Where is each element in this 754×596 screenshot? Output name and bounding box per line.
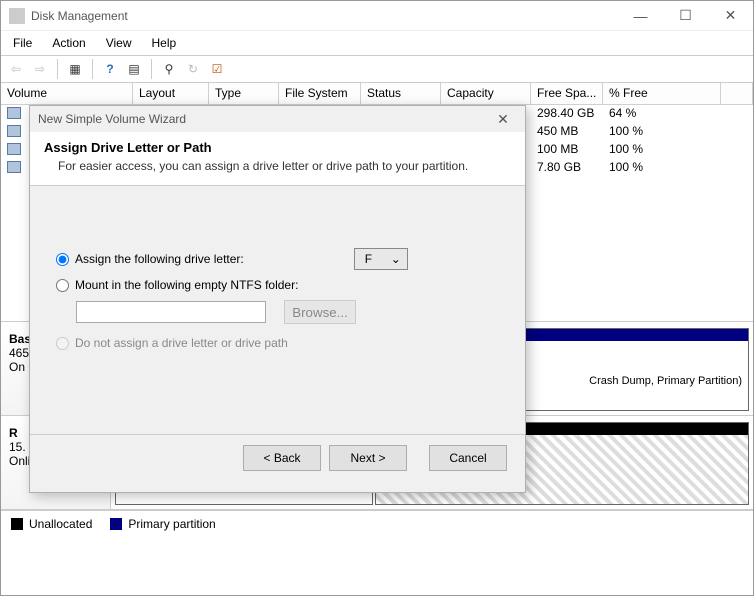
close-button[interactable]: ✕	[708, 1, 753, 30]
radio-mount-folder[interactable]	[56, 279, 69, 292]
cell-free: 7.80 GB	[531, 159, 603, 177]
menu-help[interactable]: Help	[144, 34, 185, 52]
separator	[92, 59, 93, 79]
option-mount-folder[interactable]: Mount in the following empty NTFS folder…	[56, 278, 298, 292]
wizard-titlebar: New Simple Volume Wizard ✕	[30, 106, 525, 132]
option-mount-folder-label: Mount in the following empty NTFS folder…	[75, 278, 298, 292]
wizard-caption: New Simple Volume Wizard	[38, 112, 489, 126]
separator	[57, 59, 58, 79]
help-icon[interactable]: ?	[99, 58, 121, 80]
sync-icon[interactable]: ↻	[182, 58, 204, 80]
col-spacer	[721, 83, 753, 105]
check-icon[interactable]: ☑	[206, 58, 228, 80]
wizard-footer: < Back Next > Cancel	[30, 434, 525, 480]
cell-free: 298.40 GB	[531, 105, 603, 123]
option-assign-letter-label: Assign the following drive letter:	[75, 252, 244, 266]
col-pctfree[interactable]: % Free	[603, 83, 721, 105]
legend: Unallocated Primary partition	[1, 510, 753, 537]
menubar: File Action View Help	[1, 31, 753, 55]
radio-no-letter	[56, 337, 69, 350]
wizard-close-button[interactable]: ✕	[489, 111, 517, 128]
volume-icon	[7, 107, 21, 119]
forward-icon[interactable]: ⇨	[29, 58, 51, 80]
menu-action[interactable]: Action	[44, 34, 93, 52]
wizard-header: Assign Drive Letter or Path For easier a…	[30, 132, 525, 186]
volume-icon	[7, 125, 21, 137]
legend-unallocated: Unallocated	[11, 517, 92, 531]
option-no-letter[interactable]: Do not assign a drive letter or drive pa…	[56, 336, 288, 350]
minimize-button[interactable]: —	[618, 1, 663, 30]
col-capacity[interactable]: Capacity	[441, 83, 531, 105]
wizard-dialog: New Simple Volume Wizard ✕ Assign Drive …	[29, 105, 526, 493]
col-layout[interactable]: Layout	[133, 83, 209, 105]
drive-letter-value: F	[365, 252, 372, 266]
col-status[interactable]: Status	[361, 83, 441, 105]
window-title: Disk Management	[31, 9, 618, 23]
titlebar: Disk Management — ☐ ✕	[1, 1, 753, 31]
option-assign-letter[interactable]: Assign the following drive letter:	[56, 252, 244, 266]
separator	[151, 59, 152, 79]
chevron-down-icon: ⌄	[391, 252, 401, 266]
cell-pct: 100 %	[603, 123, 721, 141]
drive-letter-select[interactable]: F ⌄	[354, 248, 408, 270]
cell-pct: 100 %	[603, 159, 721, 177]
maximize-button[interactable]: ☐	[663, 1, 708, 30]
grid-icon[interactable]: ▦	[64, 58, 86, 80]
col-filesystem[interactable]: File System	[279, 83, 361, 105]
cancel-button[interactable]: Cancel	[429, 445, 507, 471]
volume-icon	[7, 161, 21, 173]
wizard-subtitle: For easier access, you can assign a driv…	[58, 159, 511, 173]
list-icon[interactable]: ▤	[123, 58, 145, 80]
folder-path-input[interactable]	[76, 301, 266, 323]
back-button[interactable]: < Back	[243, 445, 321, 471]
cell-pct: 100 %	[603, 141, 721, 159]
legend-primary: Primary partition	[110, 517, 215, 531]
option-no-letter-label: Do not assign a drive letter or drive pa…	[75, 336, 288, 350]
wizard-title: Assign Drive Letter or Path	[44, 140, 511, 155]
toolbar: ⇦ ⇨ ▦ ? ▤ ⚲ ↻ ☑	[1, 55, 753, 83]
col-type[interactable]: Type	[209, 83, 279, 105]
wizard-body: Assign the following drive letter: F ⌄ M…	[30, 186, 525, 434]
menu-file[interactable]: File	[5, 34, 40, 52]
col-volume[interactable]: Volume	[1, 83, 133, 105]
cell-free: 450 MB	[531, 123, 603, 141]
refresh-icon[interactable]: ⚲	[158, 58, 180, 80]
cell-pct: 64 %	[603, 105, 721, 123]
menu-view[interactable]: View	[98, 34, 140, 52]
browse-button: Browse...	[284, 300, 356, 324]
volume-icon	[7, 143, 21, 155]
radio-assign-letter[interactable]	[56, 253, 69, 266]
col-freespace[interactable]: Free Spa...	[531, 83, 603, 105]
next-button[interactable]: Next >	[329, 445, 407, 471]
volume-list-header: Volume Layout Type File System Status Ca…	[1, 83, 753, 105]
cell-free: 100 MB	[531, 141, 603, 159]
back-icon[interactable]: ⇦	[5, 58, 27, 80]
app-icon	[9, 8, 25, 24]
